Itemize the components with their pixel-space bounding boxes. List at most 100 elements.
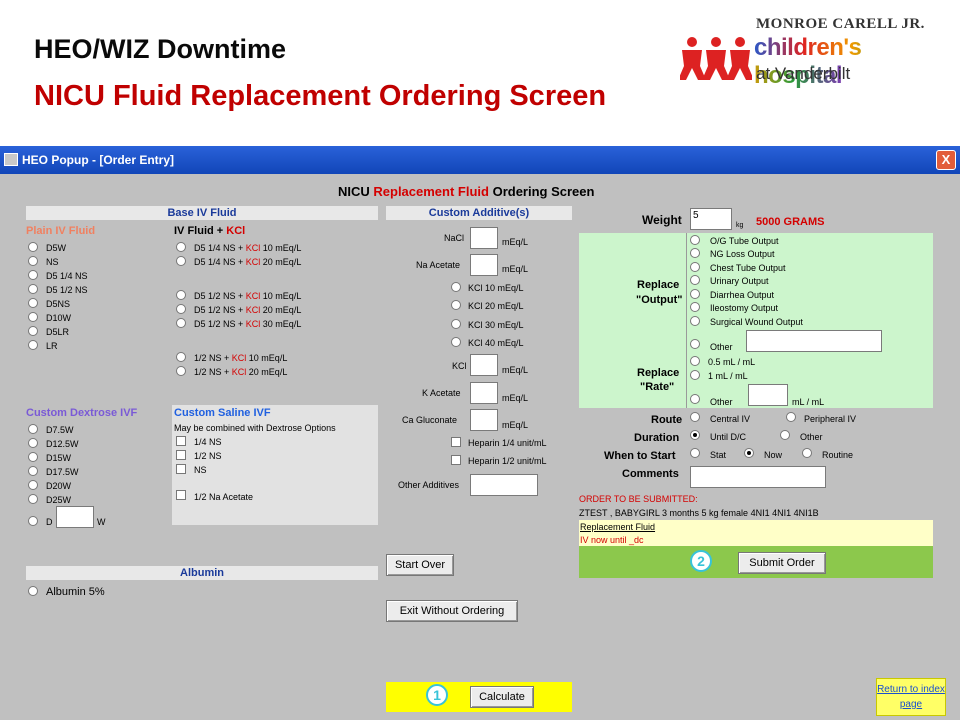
kcl-iv-radio[interactable] bbox=[176, 318, 186, 328]
start-routine-label: Routine bbox=[822, 450, 854, 460]
order-entry-form: NICU Replacement Fluid Ordering Screen B… bbox=[0, 174, 960, 720]
output-other-radio[interactable] bbox=[690, 339, 700, 349]
kcl-iv-radio[interactable] bbox=[176, 366, 186, 376]
return-to-index-link[interactable]: Return to index page bbox=[876, 678, 946, 716]
plain-iv-radio[interactable] bbox=[28, 284, 38, 294]
kcl-iv-radio[interactable] bbox=[176, 242, 186, 252]
dextrose-label: D17.5W bbox=[46, 467, 79, 477]
plain-iv-radio[interactable] bbox=[28, 242, 38, 252]
kcl-iv-label-pre: D5 1/2 NS + bbox=[194, 319, 246, 329]
route-central-radio[interactable] bbox=[690, 412, 700, 422]
na-acetate-checkbox[interactable] bbox=[176, 490, 186, 500]
route-peripheral-radio[interactable] bbox=[786, 412, 796, 422]
albumin-header: Albumin bbox=[26, 566, 378, 580]
saline-label: 1/4 NS bbox=[194, 437, 222, 447]
saline-label: NS bbox=[194, 465, 207, 475]
duration-other-radio[interactable] bbox=[780, 430, 790, 440]
kcl-iv-radio[interactable] bbox=[176, 352, 186, 362]
nacl-input[interactable] bbox=[470, 227, 498, 249]
output-option-label: Urinary Output bbox=[710, 276, 769, 286]
start-stat-radio[interactable] bbox=[690, 448, 700, 458]
kcl-option-radio[interactable] bbox=[451, 319, 461, 329]
plain-iv-radio[interactable] bbox=[28, 340, 38, 350]
kcl-iv-label: D5 1/2 NS + KCl 20 mEq/L bbox=[194, 305, 301, 315]
heparin-quarter-checkbox[interactable] bbox=[451, 437, 461, 447]
dextrose-custom-input[interactable] bbox=[56, 506, 94, 528]
output-option-label: Chest Tube Output bbox=[710, 263, 786, 273]
duration-until-dc-radio[interactable] bbox=[690, 430, 700, 440]
plain-iv-radio[interactable] bbox=[28, 326, 38, 336]
ca-gluconate-input[interactable] bbox=[470, 409, 498, 431]
kcl-iv-label-pre: D5 1/4 NS + bbox=[194, 243, 246, 253]
na-acetate-input[interactable] bbox=[470, 254, 498, 276]
step-1-badge: 1 bbox=[426, 684, 448, 706]
start-over-button[interactable]: Start Over bbox=[386, 554, 454, 576]
other-additives-label: Other Additives bbox=[398, 480, 460, 490]
kcl-iv-label-pre: 1/2 NS + bbox=[194, 367, 232, 377]
k-acetate-input[interactable] bbox=[470, 382, 498, 404]
kcl-iv-radio[interactable] bbox=[176, 304, 186, 314]
kcl-iv-radio[interactable] bbox=[176, 256, 186, 266]
kcl-iv-label-red: KCl bbox=[245, 305, 261, 315]
output-option-radio[interactable] bbox=[690, 289, 700, 299]
dextrose-radio[interactable] bbox=[28, 480, 38, 490]
kcl-option-radio[interactable] bbox=[451, 300, 461, 310]
dextrose-label: D12.5W bbox=[46, 439, 79, 449]
output-option-radio[interactable] bbox=[690, 262, 700, 272]
weight-input[interactable]: 5 bbox=[690, 208, 732, 230]
dextrose-radio[interactable] bbox=[28, 424, 38, 434]
calculate-button[interactable]: Calculate bbox=[470, 686, 534, 708]
plain-iv-radio[interactable] bbox=[28, 298, 38, 308]
saline-checkbox[interactable] bbox=[176, 464, 186, 474]
dextrose-radio[interactable] bbox=[28, 466, 38, 476]
plain-iv-radio[interactable] bbox=[28, 270, 38, 280]
rate-other-radio[interactable] bbox=[690, 394, 700, 404]
dextrose-radio[interactable] bbox=[28, 494, 38, 504]
kcl-iv-label-pre: 1/2 NS + bbox=[194, 353, 232, 363]
kcl-iv-label-post: 20 mEq/L bbox=[260, 305, 302, 315]
comments-label: Comments bbox=[622, 468, 679, 480]
albumin-label: Albumin 5% bbox=[46, 586, 105, 598]
kcl-iv-label-post: 20 mEq/L bbox=[260, 257, 302, 267]
dextrose-header: Custom Dextrose IVF bbox=[26, 407, 138, 419]
rate-one-radio[interactable] bbox=[690, 370, 700, 380]
saline-note: May be combined with Dextrose Options bbox=[174, 423, 336, 433]
route-label: Route bbox=[651, 414, 683, 426]
dextrose-custom-radio[interactable] bbox=[28, 516, 38, 526]
output-option-radio[interactable] bbox=[690, 302, 700, 312]
close-button[interactable]: X bbox=[936, 150, 956, 170]
output-option-radio[interactable] bbox=[690, 275, 700, 285]
other-additives-input[interactable] bbox=[470, 474, 538, 496]
plain-iv-label: NS bbox=[46, 257, 59, 267]
output-option-label: O/G Tube Output bbox=[710, 236, 779, 246]
output-other-input[interactable] bbox=[746, 330, 882, 352]
dextrose-radio[interactable] bbox=[28, 438, 38, 448]
exit-without-ordering-button[interactable]: Exit Without Ordering bbox=[386, 600, 518, 622]
comments-input[interactable] bbox=[690, 466, 826, 488]
heparin-half-checkbox[interactable] bbox=[451, 455, 461, 465]
output-option-radio[interactable] bbox=[690, 316, 700, 326]
output-option-radio[interactable] bbox=[690, 235, 700, 245]
kcl-option-radio[interactable] bbox=[451, 282, 461, 292]
output-option-radio[interactable] bbox=[690, 248, 700, 258]
plain-iv-radio[interactable] bbox=[28, 256, 38, 266]
kcl-option-label: KCl 20 mEq/L bbox=[468, 301, 524, 311]
saline-checkbox[interactable] bbox=[176, 450, 186, 460]
rate-other-input[interactable] bbox=[748, 384, 788, 406]
saline-checkbox[interactable] bbox=[176, 436, 186, 446]
base-iv-header: Base IV Fluid bbox=[26, 206, 378, 220]
kcl-option-radio[interactable] bbox=[451, 337, 461, 347]
plain-iv-radio[interactable] bbox=[28, 312, 38, 322]
rate-half-radio[interactable] bbox=[690, 356, 700, 366]
start-now-radio[interactable] bbox=[744, 448, 754, 458]
plain-iv-label: LR bbox=[46, 341, 58, 351]
kcl-iv-radio[interactable] bbox=[176, 290, 186, 300]
dextrose-radio[interactable] bbox=[28, 452, 38, 462]
window-title: HEO Popup - [Order Entry] bbox=[22, 153, 175, 167]
start-routine-radio[interactable] bbox=[802, 448, 812, 458]
kcl-iv-label-red: KCl bbox=[245, 291, 261, 301]
submit-order-button[interactable]: Submit Order bbox=[738, 552, 826, 574]
albumin-radio[interactable] bbox=[28, 586, 38, 596]
dextrose-label: D7.5W bbox=[46, 425, 74, 435]
kcl-input[interactable] bbox=[470, 354, 498, 376]
